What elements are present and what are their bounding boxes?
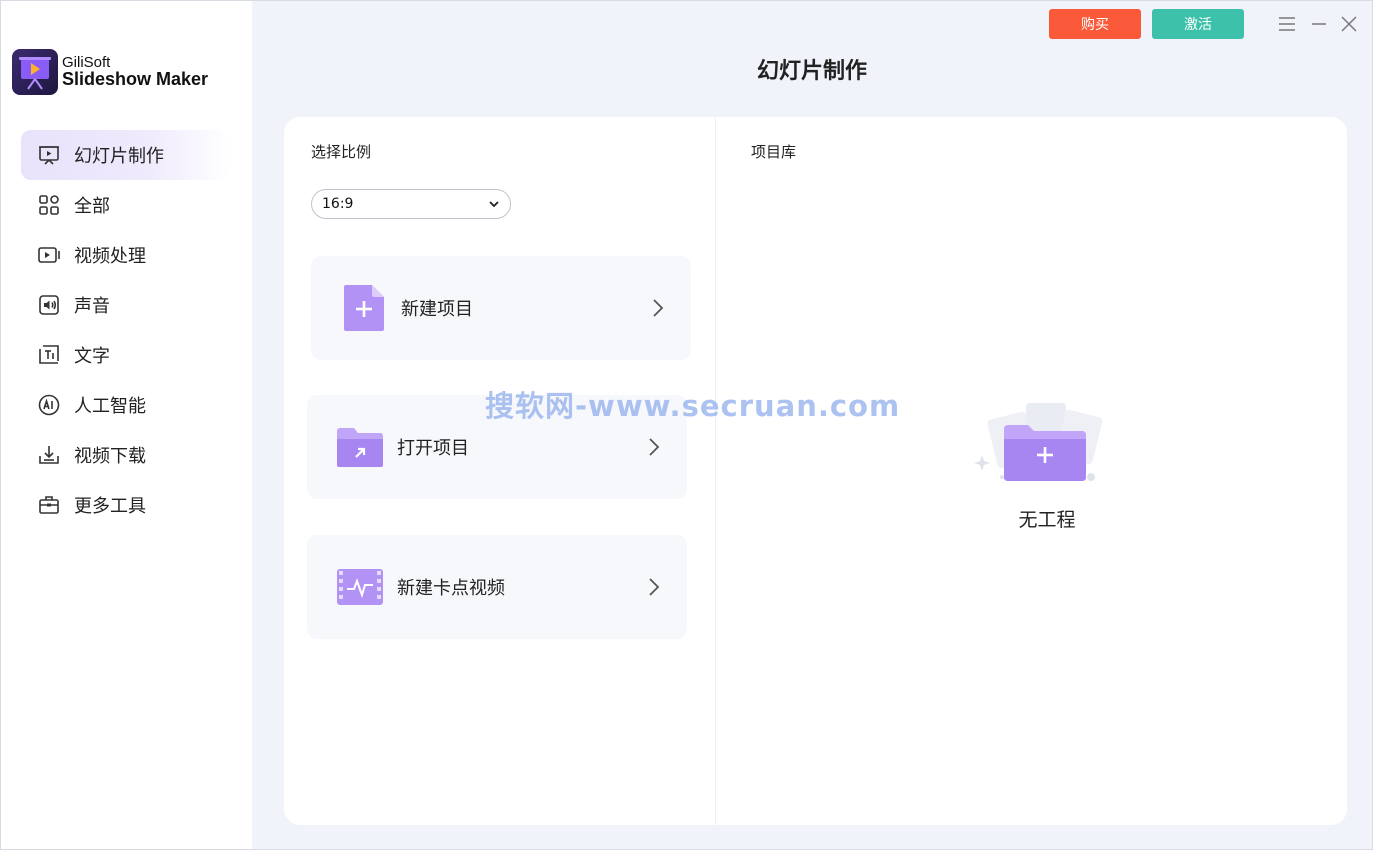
new-file-icon [339, 283, 389, 333]
sidebar-item-label: 视频下载 [74, 446, 146, 467]
page-title: 幻灯片制作 [756, 59, 867, 84]
sidebar-nav: 幻灯片制作 全部 视频处理 声音 文字 人工智能 视频下载 更多工具 [21, 130, 231, 530]
panel-divider [715, 117, 716, 825]
brand: GiliSoft Slideshow Maker [12, 49, 208, 95]
new-beat-video-card[interactable]: 新建卡点视频 [307, 535, 687, 639]
menu-icon[interactable] [1276, 13, 1298, 35]
ai-icon [37, 393, 61, 417]
open-folder-icon [335, 422, 385, 472]
sidebar-item-text[interactable]: 文字 [21, 330, 231, 380]
sidebar-item-video-download[interactable]: 视频下载 [21, 430, 231, 480]
sidebar-item-ai[interactable]: 人工智能 [21, 380, 231, 430]
empty-library-text: 无工程 [1018, 509, 1076, 531]
sidebar-item-label: 全部 [74, 196, 110, 217]
buy-button[interactable]: 购买 [1049, 9, 1141, 39]
ratio-label: 选择比例 [311, 143, 372, 161]
sidebar-item-label: 文字 [74, 346, 110, 367]
new-beat-video-label: 新建卡点视频 [397, 578, 505, 599]
app-window: GiliSoft Slideshow Maker 幻灯片制作 全部 视频处理 声… [0, 0, 1373, 850]
download-icon [37, 443, 61, 467]
chevron-down-icon [489, 201, 499, 208]
sidebar-item-all[interactable]: 全部 [21, 180, 231, 230]
sidebar-item-label: 人工智能 [74, 396, 146, 417]
sidebar-item-audio[interactable]: 声音 [21, 280, 231, 330]
sidebar-item-label: 更多工具 [74, 496, 146, 517]
close-icon[interactable] [1338, 13, 1360, 35]
chevron-right-icon [653, 299, 664, 317]
beat-video-icon [335, 562, 385, 612]
new-project-label: 新建项目 [401, 299, 473, 320]
sidebar-item-label: 幻灯片制作 [74, 146, 164, 167]
text-icon [37, 343, 61, 367]
sidebar: GiliSoft Slideshow Maker 幻灯片制作 全部 视频处理 声… [1, 1, 252, 849]
minimize-icon[interactable] [1308, 13, 1330, 35]
chevron-right-icon [649, 438, 660, 456]
ratio-select[interactable]: 16:9 [311, 189, 511, 219]
speaker-icon [37, 293, 61, 317]
sidebar-item-slideshow[interactable]: 幻灯片制作 [21, 130, 231, 180]
watermark: 搜软网-www.secruan.com [485, 389, 901, 423]
ratio-select-value: 16:9 [322, 196, 354, 212]
sidebar-item-video-processing[interactable]: 视频处理 [21, 230, 231, 280]
toolbox-icon [37, 493, 61, 517]
chevron-right-icon [649, 578, 660, 596]
activate-button[interactable]: 激活 [1152, 9, 1244, 39]
brand-small-text: GiliSoft [62, 53, 111, 71]
new-project-card[interactable]: 新建项目 [311, 256, 691, 360]
slideshow-icon [37, 143, 61, 167]
project-library-label: 项目库 [751, 143, 797, 161]
open-project-label: 打开项目 [397, 438, 469, 459]
grid-icon [37, 193, 61, 217]
sidebar-item-label: 声音 [74, 296, 110, 317]
video-play-icon [37, 243, 61, 267]
empty-folder-icon [974, 401, 1114, 491]
sidebar-item-label: 视频处理 [74, 246, 146, 267]
sidebar-item-more-tools[interactable]: 更多工具 [21, 480, 231, 530]
brand-name: Slideshow Maker [62, 69, 209, 90]
app-logo-icon [12, 49, 58, 95]
main-panel: 选择比例 16:9 新建项目 打开项目 新建卡点视频 项目库 无工程 [284, 117, 1347, 825]
